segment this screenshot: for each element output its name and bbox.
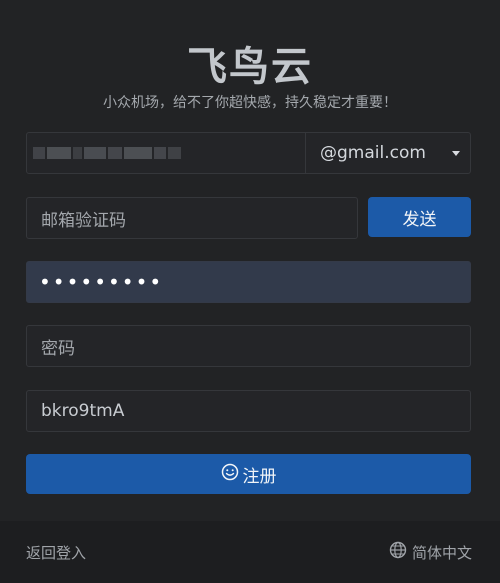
- email-local-input[interactable]: [27, 133, 305, 173]
- back-to-login-link[interactable]: 返回登入: [26, 542, 86, 563]
- app-subtitle: 小众机场，给不了你超快感，持久稳定才重要！: [103, 95, 397, 111]
- email-domain-value: @gmail.com: [320, 143, 426, 163]
- password-input[interactable]: •••••••••: [26, 261, 471, 303]
- confirm-password-input[interactable]: 密码: [26, 325, 471, 367]
- chevron-down-icon: [452, 150, 460, 156]
- send-code-button[interactable]: 发送: [368, 197, 471, 237]
- smile-icon: [221, 463, 239, 486]
- register-label: 注册: [242, 466, 277, 487]
- language-switcher[interactable]: 简体中文: [389, 541, 472, 563]
- register-page: 飞鸟云 小众机场，给不了你超快感，持久稳定才重要！ @gmail.com 邮箱验…: [0, 0, 500, 583]
- email-code-input[interactable]: 邮箱验证码: [26, 197, 358, 239]
- footer: 返回登入 简体中文: [0, 521, 500, 583]
- app-title: 飞鸟云: [187, 44, 313, 90]
- register-button[interactable]: 注册: [26, 454, 471, 494]
- register-card: 飞鸟云 小众机场，给不了你超快感，持久稳定才重要！ @gmail.com 邮箱验…: [0, 0, 500, 521]
- email-domain-select[interactable]: @gmail.com: [305, 133, 470, 173]
- redacted-email-text: [33, 147, 181, 159]
- invite-code-input[interactable]: bkro9tmA: [26, 390, 471, 432]
- email-field: @gmail.com: [26, 132, 471, 174]
- globe-icon: [389, 541, 407, 563]
- language-label: 简体中文: [411, 543, 472, 562]
